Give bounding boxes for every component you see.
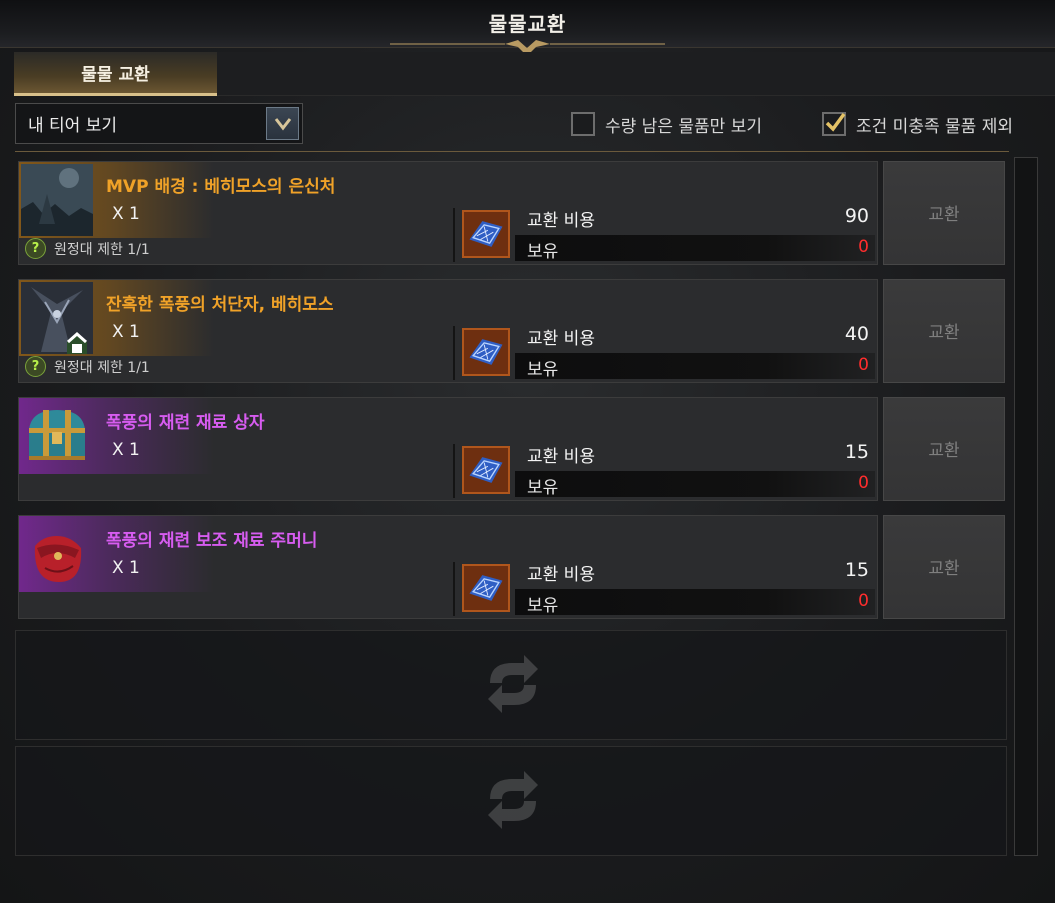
currency-icon <box>462 446 510 494</box>
separator <box>453 444 455 498</box>
item-quantity: X 1 <box>112 322 140 342</box>
exchange-button[interactable]: 교환 <box>883 279 1005 383</box>
window-title: 물물교환 <box>488 12 567 36</box>
owned-bar <box>515 589 875 615</box>
divider <box>15 151 1009 152</box>
item-card: 폭풍의 재련 재료 상자 X 1 교환 비용 15 보유 0 <box>18 397 878 501</box>
tab-barter[interactable]: 물물 교환 <box>14 52 217 96</box>
empty-slot <box>15 746 1007 856</box>
limit-text: 원정대 제한 1/1 <box>54 359 150 376</box>
list-item: MVP 배경 : 베히모스의 은신처 X 1 ? 원정대 제한 1/1 교환 비… <box>15 158 1007 268</box>
checkbox-empty-icon[interactable] <box>571 112 595 136</box>
checkbox-label: 조건 미충족 물품 제외 <box>856 116 1013 137</box>
exclude-unmet-checkbox[interactable]: 조건 미충족 물품 제외 <box>822 111 1013 137</box>
currency-icon <box>462 210 510 258</box>
owned-label: 보유 <box>527 360 559 380</box>
dropdown-value: 내 티어 보기 <box>28 116 118 136</box>
item-name: 폭풍의 재련 재료 상자 <box>106 413 265 433</box>
owned-label: 보유 <box>527 596 559 616</box>
exchange-button[interactable]: 교환 <box>883 397 1005 501</box>
list-item: 폭풍의 재련 보조 재료 주머니 X 1 교환 비용 15 보유 0 교환 <box>15 512 1007 622</box>
item-name: MVP 배경 : 베히모스의 은신처 <box>106 177 336 197</box>
empty-slot <box>15 630 1007 740</box>
currency-icon <box>462 328 510 376</box>
owned-bar <box>515 235 875 261</box>
question-icon[interactable]: ? <box>25 238 46 259</box>
owned-bar <box>515 353 875 379</box>
list-item: 폭풍의 재련 재료 상자 X 1 교환 비용 15 보유 0 교환 <box>15 394 1007 504</box>
item-quantity: X 1 <box>112 558 140 578</box>
cost-value: 90 <box>844 205 869 227</box>
cost-value: 40 <box>844 323 869 345</box>
checkbox-checked-icon[interactable] <box>822 112 846 136</box>
exchange-button[interactable]: 교환 <box>883 161 1005 265</box>
item-name: 폭풍의 재련 보조 재료 주머니 <box>106 531 318 551</box>
tier-filter-dropdown[interactable]: 내 티어 보기 <box>15 103 303 144</box>
tab-strip <box>217 52 1055 96</box>
limit-text: 원정대 제한 1/1 <box>54 241 150 258</box>
owned-value: 0 <box>858 355 869 375</box>
cost-value: 15 <box>844 559 869 581</box>
exchange-arrows-icon <box>488 655 538 713</box>
red-pouch-icon <box>34 536 82 582</box>
separator <box>453 326 455 380</box>
cost-label: 교환 비용 <box>527 211 595 231</box>
item-quantity: X 1 <box>112 204 140 224</box>
checkbox-label: 수량 남은 물품만 보기 <box>605 116 762 137</box>
owned-bar <box>515 471 875 497</box>
list-scrollbar[interactable] <box>1014 157 1038 856</box>
question-icon[interactable]: ? <box>25 356 46 377</box>
exchange-button[interactable]: 교환 <box>883 515 1005 619</box>
cost-label: 교환 비용 <box>527 329 595 349</box>
exchange-arrows-icon <box>488 771 538 829</box>
owned-value: 0 <box>858 473 869 493</box>
owned-value: 0 <box>858 237 869 257</box>
limit-info: ? 원정대 제한 1/1 <box>25 356 150 377</box>
item-name: 잔혹한 폭풍의 처단자, 베히모스 <box>106 295 334 315</box>
chevron-down-icon[interactable] <box>266 107 299 140</box>
owned-value: 0 <box>858 591 869 611</box>
mvp-background-icon <box>21 164 93 236</box>
separator <box>453 562 455 616</box>
item-card: 폭풍의 재련 보조 재료 주머니 X 1 교환 비용 15 보유 0 <box>18 515 878 619</box>
behemoth-title-icon <box>21 282 93 354</box>
currency-icon <box>462 564 510 612</box>
cost-label: 교환 비용 <box>527 447 595 467</box>
item-card: MVP 배경 : 베히모스의 은신처 X 1 ? 원정대 제한 1/1 교환 비… <box>18 161 878 265</box>
remaining-qty-checkbox[interactable]: 수량 남은 물품만 보기 <box>571 111 762 137</box>
cost-label: 교환 비용 <box>527 565 595 585</box>
treasure-chest-icon <box>29 410 85 460</box>
cost-value: 15 <box>844 441 869 463</box>
item-card: 잔혹한 폭풍의 처단자, 베히모스 X 1 ? 원정대 제한 1/1 교환 비용… <box>18 279 878 383</box>
separator <box>453 208 455 262</box>
list-item: 잔혹한 폭풍의 처단자, 베히모스 X 1 ? 원정대 제한 1/1 교환 비용… <box>15 276 1007 386</box>
limit-info: ? 원정대 제한 1/1 <box>25 238 150 259</box>
title-bar: 물물교환 <box>0 0 1055 56</box>
owned-label: 보유 <box>527 478 559 498</box>
owned-label: 보유 <box>527 242 559 262</box>
item-quantity: X 1 <box>112 440 140 460</box>
